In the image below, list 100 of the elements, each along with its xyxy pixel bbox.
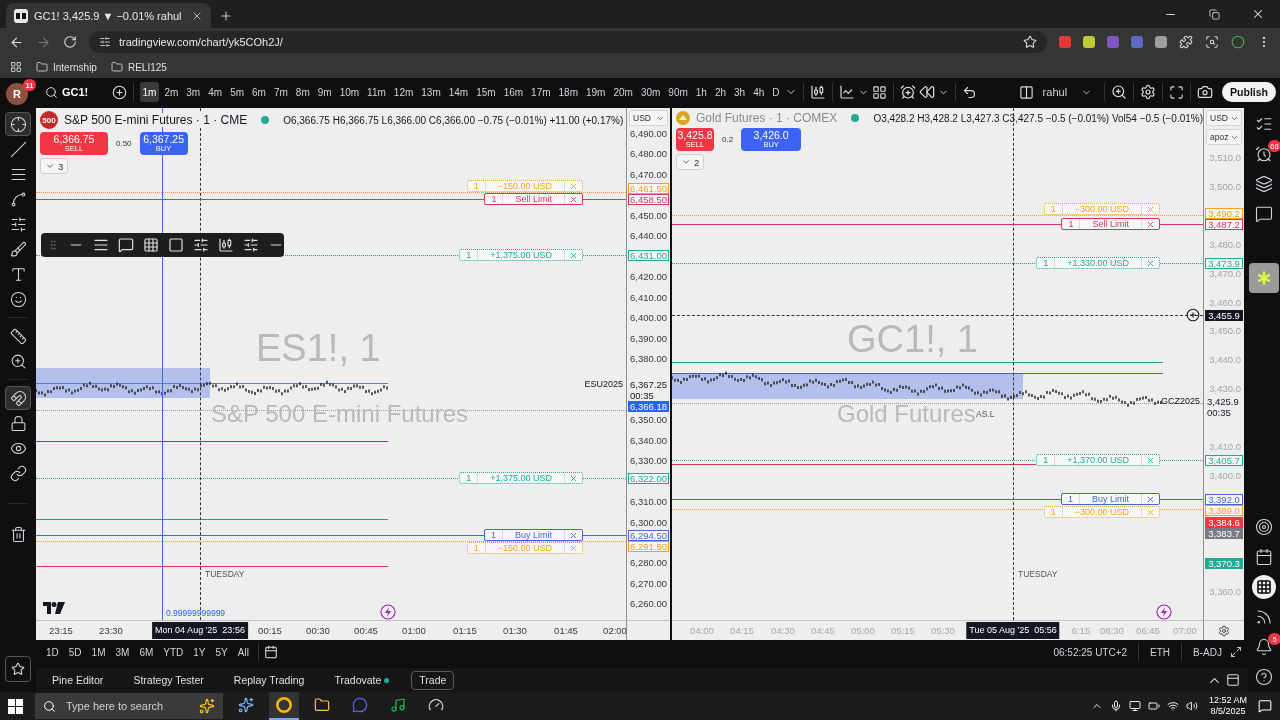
- interval-button[interactable]: 12m: [391, 82, 416, 102]
- interval-button[interactable]: 7m: [271, 82, 291, 102]
- candles-icon[interactable]: [218, 237, 234, 253]
- layout-dropdown[interactable]: rahul: [1036, 86, 1099, 98]
- quick-search-icon[interactable]: [1111, 84, 1128, 100]
- interval-button[interactable]: 4h: [750, 82, 767, 102]
- range-button[interactable]: 5Y: [211, 643, 232, 661]
- panel-tab[interactable]: Trade: [411, 670, 455, 690]
- bookmark-star-icon[interactable]: [1023, 35, 1037, 49]
- range-button[interactable]: 6M: [135, 643, 158, 661]
- sliders-icon[interactable]: [243, 237, 259, 253]
- session-toggle[interactable]: ETH: [1144, 646, 1177, 658]
- indicators-toggle[interactable]: 2: [676, 154, 705, 170]
- back-icon[interactable]: [9, 34, 24, 50]
- calendar-icon[interactable]: [263, 645, 278, 659]
- range-button[interactable]: All: [233, 643, 253, 661]
- interval-button[interactable]: 10m: [337, 82, 362, 102]
- indicators-toggle[interactable]: 3: [40, 158, 69, 174]
- interval-button[interactable]: 6m: [249, 82, 269, 102]
- interval-button[interactable]: D: [769, 82, 783, 102]
- order-tag[interactable]: 1 Sell Limit: [1061, 218, 1160, 230]
- panel-tab[interactable]: Strategy Tester: [125, 670, 212, 690]
- lines-icon[interactable]: [93, 237, 109, 253]
- interval-button[interactable]: 19m: [583, 82, 608, 102]
- expand-icon[interactable]: [1230, 646, 1242, 658]
- browser-icon[interactable]: [276, 697, 292, 713]
- restore-icon[interactable]: [1208, 8, 1220, 20]
- interval-button[interactable]: 2m: [161, 82, 181, 102]
- interval-button[interactable]: 14m: [446, 82, 471, 102]
- range-button[interactable]: 5D: [64, 643, 86, 661]
- order-tag[interactable]: 1 Sell Limit: [484, 193, 583, 205]
- gauge-icon[interactable]: [428, 697, 444, 713]
- symbol-title[interactable]: S&P 500 E-mini Futures · 1 · CME: [64, 113, 248, 127]
- taskbar-search-field[interactable]: Type here to search: [35, 693, 223, 719]
- windows-start-icon[interactable]: [8, 698, 23, 714]
- extension-icon[interactable]: [1083, 36, 1095, 48]
- interval-button[interactable]: 8m: [293, 82, 313, 102]
- templates-icon[interactable]: [872, 84, 888, 100]
- apps-icon[interactable]: [10, 61, 22, 73]
- folder-icon[interactable]: [314, 697, 330, 713]
- tab-search-icon[interactable]: [1205, 35, 1219, 49]
- notifications-icon[interactable]: [1258, 699, 1272, 713]
- range-button[interactable]: 1M: [87, 643, 110, 661]
- address-bar[interactable]: tradingview.com/chart/yk5COh2J/: [89, 31, 1047, 53]
- logo-icon[interactable]: [43, 602, 65, 614]
- replay-icon[interactable]: [919, 84, 936, 100]
- interval-button[interactable]: 9m: [315, 82, 335, 102]
- music-icon[interactable]: [390, 697, 406, 713]
- interval-button[interactable]: 16m: [501, 82, 526, 102]
- interval-button[interactable]: 17m: [528, 82, 554, 102]
- forward-icon[interactable]: [36, 34, 51, 50]
- extension-icon[interactable]: [1155, 36, 1167, 48]
- order-tag[interactable]: 1 Buy Limit: [1060, 493, 1160, 505]
- square-icon[interactable]: [168, 237, 184, 253]
- grip-icon[interactable]: [47, 239, 59, 251]
- panel-tab[interactable]: Tradovate: [326, 670, 398, 690]
- candles-icon[interactable]: [810, 84, 827, 100]
- interval-button[interactable]: 13m: [418, 82, 444, 102]
- wifi-icon[interactable]: [1166, 700, 1179, 712]
- interval-button[interactable]: 18m: [556, 82, 581, 102]
- alert-icon[interactable]: [900, 84, 917, 100]
- adjustment-toggle[interactable]: B-ADJ: [1187, 646, 1228, 658]
- chart-clock[interactable]: 06:52:25 UTC+2: [1047, 646, 1134, 658]
- sliders-icon[interactable]: [193, 237, 209, 253]
- interval-button[interactable]: 15m: [473, 82, 499, 102]
- camera-icon[interactable]: [1197, 84, 1214, 100]
- publish-button[interactable]: Publish: [1222, 82, 1276, 102]
- bookmark-link[interactable]: Internship: [53, 61, 97, 73]
- interval-button[interactable]: 3h: [731, 82, 748, 102]
- axis-dropdown[interactable]: USD: [1206, 110, 1242, 126]
- interval-button[interactable]: 1m: [140, 82, 159, 102]
- indicators-icon[interactable]: [839, 84, 856, 100]
- panel-tab[interactable]: Replay Trading: [225, 670, 313, 690]
- comment-icon[interactable]: [118, 237, 134, 253]
- range-button[interactable]: YTD: [159, 643, 188, 661]
- range-button[interactable]: 3M: [111, 643, 134, 661]
- undo-icon[interactable]: [962, 84, 978, 100]
- interval-button[interactable]: 3m: [183, 82, 203, 102]
- symbol-search-button[interactable]: GC1!: [39, 81, 109, 103]
- microphone-icon[interactable]: [1109, 700, 1122, 712]
- new-tab-icon[interactable]: [219, 8, 233, 23]
- lightning-icon[interactable]: [1156, 604, 1172, 620]
- panel-tab[interactable]: Pine Editor: [44, 670, 112, 690]
- axis-dropdown[interactable]: USD: [629, 110, 668, 126]
- interval-button[interactable]: 5m: [227, 82, 247, 102]
- site-info-icon[interactable]: [99, 36, 111, 48]
- close-icon[interactable]: [1251, 7, 1265, 21]
- favorites-button[interactable]: [5, 656, 31, 682]
- profile-icon[interactable]: [1231, 35, 1245, 49]
- battery-icon[interactable]: [1147, 700, 1160, 712]
- interval-button[interactable]: 2h: [712, 82, 729, 102]
- interval-button[interactable]: 30m: [638, 82, 663, 102]
- interval-button[interactable]: 20m: [610, 82, 636, 102]
- interval-button[interactable]: 1h: [693, 82, 710, 102]
- interval-button[interactable]: 11m: [364, 82, 389, 102]
- volume-icon[interactable]: [1185, 700, 1198, 712]
- assistant-icon[interactable]: [238, 697, 254, 713]
- lightning-icon[interactable]: [380, 604, 396, 620]
- range-button[interactable]: 1Y: [189, 643, 210, 661]
- bookmark-link[interactable]: RELI125: [127, 61, 167, 73]
